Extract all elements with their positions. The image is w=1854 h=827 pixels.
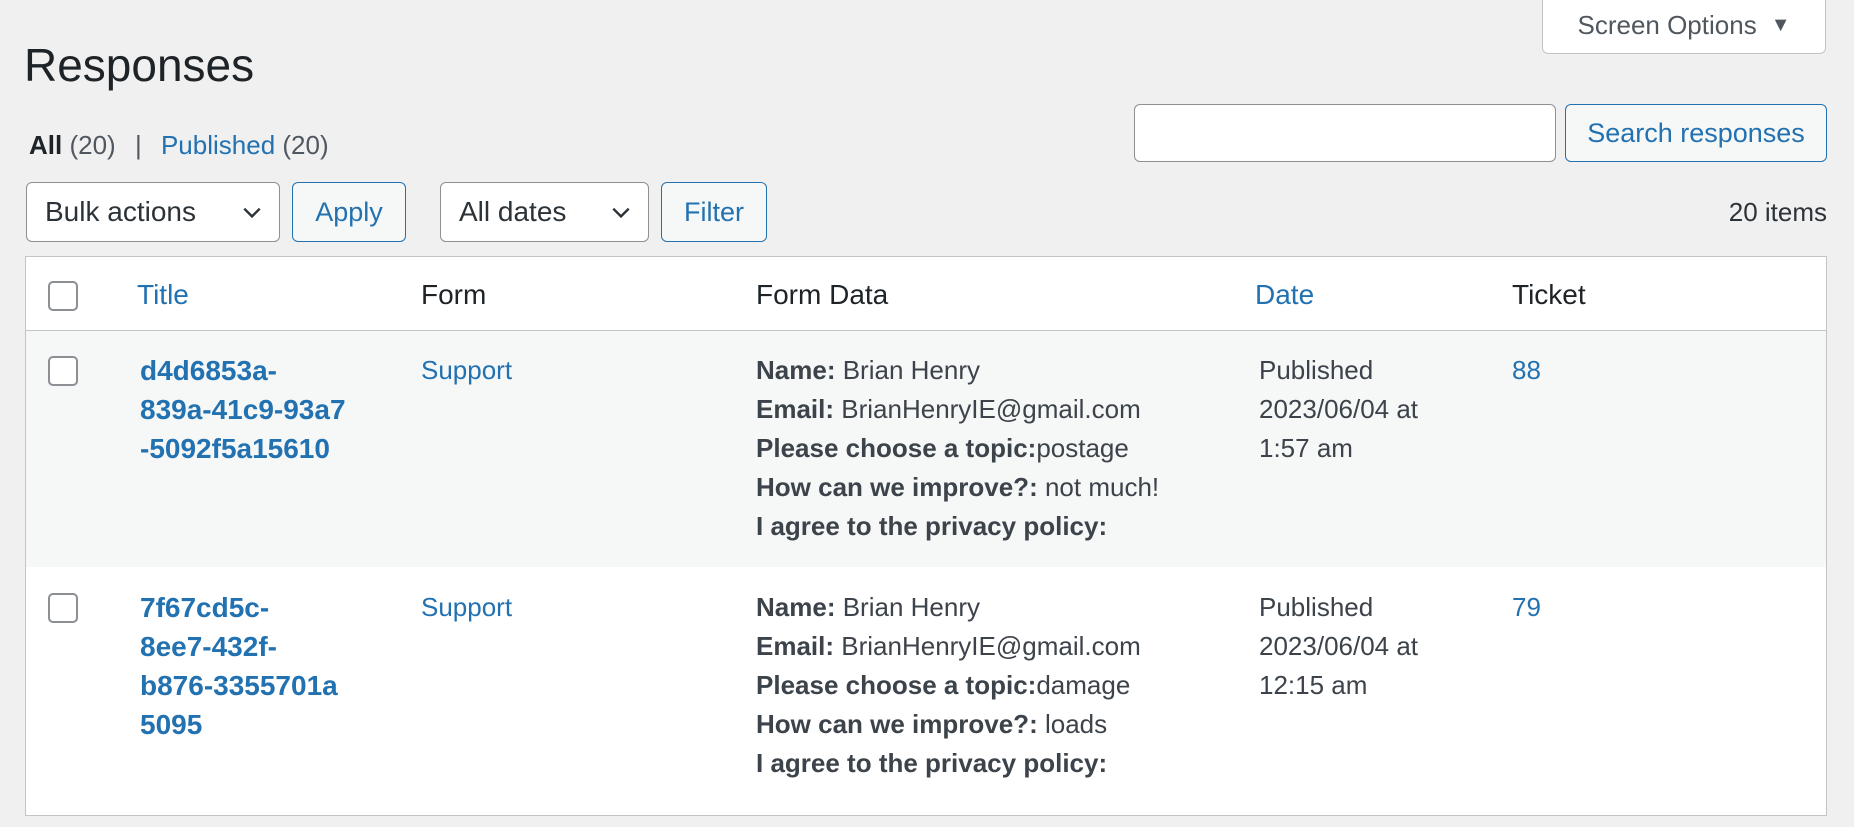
date-time: 1:57 am xyxy=(1259,433,1353,463)
screen-options-label: Screen Options xyxy=(1577,10,1757,40)
table-header: Title Form Form Data Date Ticket xyxy=(26,257,1826,331)
page-title: Responses xyxy=(24,39,255,91)
date-cell: Published 2023/06/04 at 1:57 am xyxy=(1259,351,1418,468)
title-line: -5092f5a15610 xyxy=(140,433,330,464)
form-data-line: Please choose a topic:damage xyxy=(756,670,1131,700)
row-checkbox[interactable] xyxy=(48,356,78,386)
column-title-header[interactable]: Title xyxy=(137,279,189,311)
search-responses-button[interactable]: Search responses xyxy=(1565,104,1827,162)
column-form-header: Form xyxy=(421,279,487,310)
form-data-line: Name: Brian Henry xyxy=(756,355,980,385)
column-date-header[interactable]: Date xyxy=(1255,279,1314,311)
title-line: 8ee7-432f- xyxy=(140,631,277,662)
responses-table: Title Form Form Data Date Ticket d4d6853… xyxy=(25,256,1827,816)
form-data-line: Email: BrianHenryIE@gmail.com xyxy=(756,394,1141,424)
form-data-line: Name: Brian Henry xyxy=(756,592,980,622)
bulk-actions-selected: Bulk actions xyxy=(45,196,196,227)
form-data-line: How can we improve?: not much! xyxy=(756,472,1160,502)
form-data-line: How can we improve?: loads xyxy=(756,709,1108,739)
form-link[interactable]: Support xyxy=(421,588,512,627)
form-data: Name: Brian Henry Email: BrianHenryIE@gm… xyxy=(756,351,1226,546)
form-data: Name: Brian Henry Email: BrianHenryIE@gm… xyxy=(756,588,1226,783)
date-time: 12:15 am xyxy=(1259,670,1368,700)
bulk-actions-select[interactable]: Bulk actions xyxy=(26,182,280,242)
date-value: 2023/06/04 at xyxy=(1259,394,1419,424)
title-line: 5095 xyxy=(140,709,203,740)
form-link[interactable]: Support xyxy=(421,351,512,390)
title-line: b876-3355701a xyxy=(140,670,338,701)
date-value: 2023/06/04 at xyxy=(1259,631,1419,661)
date-filter-select[interactable]: All dates xyxy=(440,182,649,242)
view-separator: | xyxy=(134,130,142,160)
ticket-link[interactable]: 79 xyxy=(1512,588,1541,627)
chevron-down-icon xyxy=(243,207,261,219)
response-title-link[interactable]: d4d6853a- 839a-41c9-93a7 -5092f5a15610 xyxy=(140,351,390,468)
column-ticket-header: Ticket xyxy=(1512,279,1586,310)
screen-options-button[interactable]: Screen Options ▼ xyxy=(1542,0,1826,54)
apply-button[interactable]: Apply xyxy=(292,182,406,242)
view-all-count: (20) xyxy=(69,130,116,160)
date-status: Published xyxy=(1259,355,1374,385)
column-form-data-header: Form Data xyxy=(756,279,889,310)
form-data-line: I agree to the privacy policy: xyxy=(756,748,1108,778)
triangle-down-icon: ▼ xyxy=(1770,14,1791,36)
title-line: d4d6853a- xyxy=(140,355,277,386)
table-row: d4d6853a- 839a-41c9-93a7 -5092f5a15610 S… xyxy=(26,331,1826,567)
row-checkbox[interactable] xyxy=(48,593,78,623)
title-line: 7f67cd5c- xyxy=(140,592,270,623)
table-row: 7f67cd5c- 8ee7-432f- b876-3355701a 5095 … xyxy=(26,567,1826,827)
form-data-line: I agree to the privacy policy: xyxy=(756,511,1108,541)
response-title-link[interactable]: 7f67cd5c- 8ee7-432f- b876-3355701a 5095 xyxy=(140,588,390,744)
chevron-down-icon xyxy=(612,207,630,219)
items-count: 20 items xyxy=(1728,197,1827,227)
view-published-link[interactable]: Published xyxy=(161,130,275,160)
date-status: Published xyxy=(1259,592,1374,622)
view-published-count: (20) xyxy=(282,130,329,160)
filter-button[interactable]: Filter xyxy=(661,182,767,242)
search-input[interactable] xyxy=(1134,104,1556,162)
ticket-link[interactable]: 88 xyxy=(1512,351,1541,390)
date-filter-selected: All dates xyxy=(459,196,567,227)
form-data-line: Please choose a topic:postage xyxy=(756,433,1129,463)
date-cell: Published 2023/06/04 at 12:15 am xyxy=(1259,588,1418,705)
status-views: All (20) | Published (20) xyxy=(29,130,329,161)
view-all-link[interactable]: All xyxy=(29,130,62,160)
select-all-checkbox[interactable] xyxy=(48,281,78,311)
title-line: 839a-41c9-93a7 xyxy=(140,394,346,425)
form-data-line: Email: BrianHenryIE@gmail.com xyxy=(756,631,1141,661)
